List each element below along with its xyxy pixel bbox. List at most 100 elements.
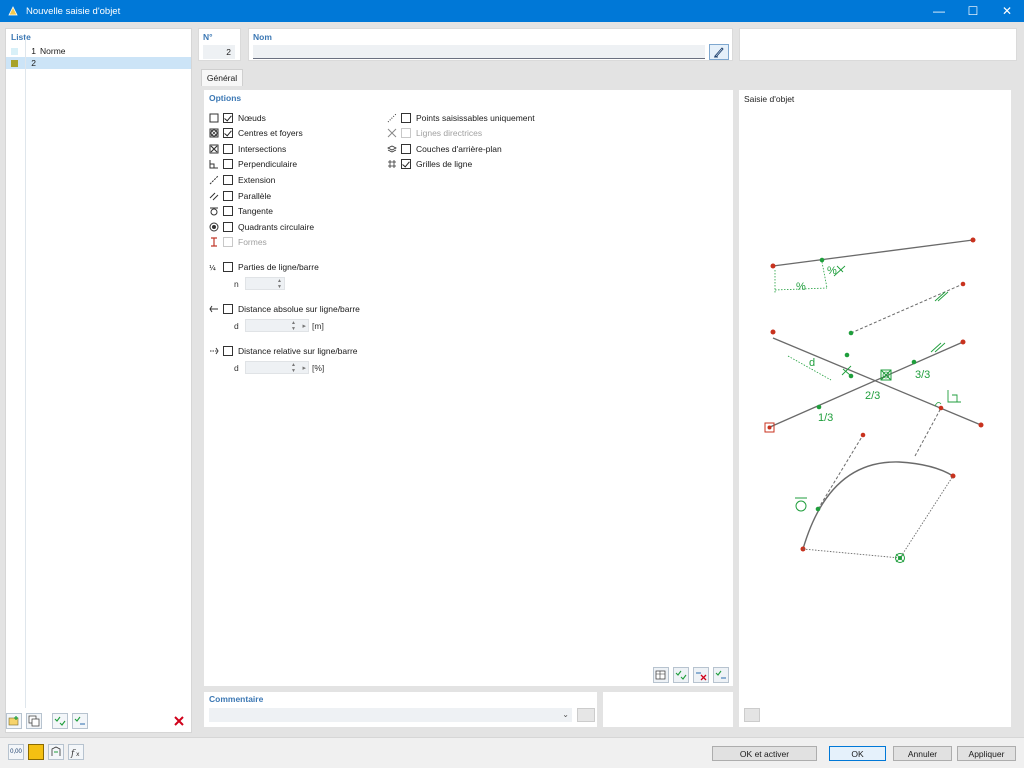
comment-header: Commentaire [209,694,264,704]
color-swatch [11,47,18,55]
delete-item-button[interactable] [171,713,187,729]
option-label: Tangente [238,206,273,216]
extension-icon [208,174,220,186]
tangent-icon [208,205,220,217]
option-label: Distance absolue sur ligne/barre [238,304,360,314]
snap-preview-diagram: % % d 3/3 2/3 1/3 [764,237,984,563]
list-panel: Liste 1 Norme 2 [5,28,192,733]
option-label: Quadrants circulaire [238,222,315,232]
select-all-button[interactable] [673,667,689,683]
new-item-button[interactable] [6,713,22,729]
apply-button[interactable]: Appliquer [957,746,1016,761]
name-box: Nom [248,28,733,61]
svg-text:¼: ¼ [209,264,216,272]
option-label: Nœuds [238,113,266,123]
options-header: Options [209,93,242,103]
tab-general[interactable]: Général [201,69,243,86]
d-label: d [234,363,239,373]
checkbox[interactable] [401,159,411,169]
checkbox[interactable] [223,262,233,272]
view-button[interactable] [48,744,64,760]
checkbox[interactable] [223,191,233,201]
checkbox[interactable] [223,159,233,169]
name-edit-button[interactable] [709,44,729,60]
third-1-label: 1/3 [818,412,833,424]
unit-percent: [%] [312,363,325,373]
list-item[interactable]: 2 [6,57,191,69]
checkbox[interactable] [401,144,411,154]
option-perpendicular[interactable]: Perpendiculaire [208,158,297,170]
relative-distance-input[interactable]: ▲ ▼ ▸ [245,361,309,374]
checkbox[interactable] [223,128,233,138]
option-tangent[interactable]: Tangente [208,205,273,217]
option-label: Lignes directrices [416,128,483,138]
checkbox[interactable] [223,304,233,314]
delete-icon [174,716,184,726]
list-item[interactable]: 1 Norme [6,45,191,57]
formula-button[interactable]: fx [68,744,84,760]
option-intersections[interactable]: Intersections [208,143,286,155]
checkbox [223,237,233,247]
extra-panel [603,692,733,727]
checkbox[interactable] [401,113,411,123]
maximize-button[interactable]: ☐ [956,0,990,22]
list-item-number: 2 [31,58,36,68]
bottom-tools: 0,00 fx [8,744,88,760]
check-all-icon [54,716,66,726]
option-line-grid[interactable]: Grilles de ligne [386,158,472,170]
options-list-button[interactable] [653,667,669,683]
units-button[interactable]: 0,00 [8,744,24,760]
option-relative-distance[interactable]: Distance relative sur ligne/barre [208,345,358,357]
option-extension[interactable]: Extension [208,174,275,186]
comment-library-button[interactable] [577,708,595,722]
close-button[interactable]: ✕ [990,0,1024,22]
uncheck-all-button[interactable] [72,713,88,729]
guidelines-icon [386,127,398,139]
option-label: Centres et foyers [238,128,303,138]
toggle-check-icon [74,716,85,725]
invert-selection-button[interactable] [713,667,729,683]
preview-panel: Saisie d'objet % % d 3/3 2/3 1/3 [739,90,1011,727]
option-label: Perpendiculaire [238,159,298,169]
comment-input[interactable]: ⌄ [209,708,572,722]
checkbox[interactable] [223,222,233,232]
parallel-icon [208,190,220,202]
preview-options-button[interactable] [744,708,760,722]
option-absolute-distance[interactable]: Distance absolue sur ligne/barre [208,303,360,315]
shapes-icon [208,236,220,248]
number-field[interactable]: 2 [203,45,235,59]
option-parallel[interactable]: Parallèle [208,190,271,202]
view-icon [51,746,61,756]
ok-and-activate-button[interactable]: OK et activer [712,746,817,761]
checkbox[interactable] [223,144,233,154]
option-line-parts[interactable]: ¼ Parties de ligne/barre [208,261,319,273]
snap-points-icon [386,112,398,124]
copy-item-button[interactable] [26,713,42,729]
percent-label: % [796,281,806,293]
checkbox[interactable] [223,206,233,216]
comment-box: Commentaire ⌄ [204,692,597,727]
chevron-down-icon: ⌄ [562,710,569,719]
center-icon [208,127,220,139]
checkbox[interactable] [223,113,233,123]
option-label: Parallèle [238,191,272,201]
check-all-button[interactable] [52,713,68,729]
checkbox[interactable] [223,175,233,185]
option-quadrants[interactable]: Quadrants circulaire [208,221,314,233]
color-button[interactable] [28,744,44,760]
option-nodes[interactable]: Nœuds [208,112,266,124]
option-snap-points[interactable]: Points saisissables uniquement [386,112,535,124]
checkbox[interactable] [223,346,233,356]
option-centers[interactable]: Centres et foyers [208,127,303,139]
intersection-icon [208,143,220,155]
parts-count-input[interactable]: ▲ ▼ [245,277,285,290]
absolute-distance-input[interactable]: ▲ ▼ ▸ [245,319,309,332]
formula-icon: fx [70,749,80,758]
ok-button[interactable]: OK [829,746,886,761]
options-toolbar [653,667,733,683]
option-background-layers[interactable]: Couches d'arrière-plan [386,143,502,155]
deselect-all-button[interactable] [693,667,709,683]
name-input[interactable] [253,45,705,59]
minimize-button[interactable]: — [922,0,956,22]
cancel-button[interactable]: Annuler [893,746,952,761]
